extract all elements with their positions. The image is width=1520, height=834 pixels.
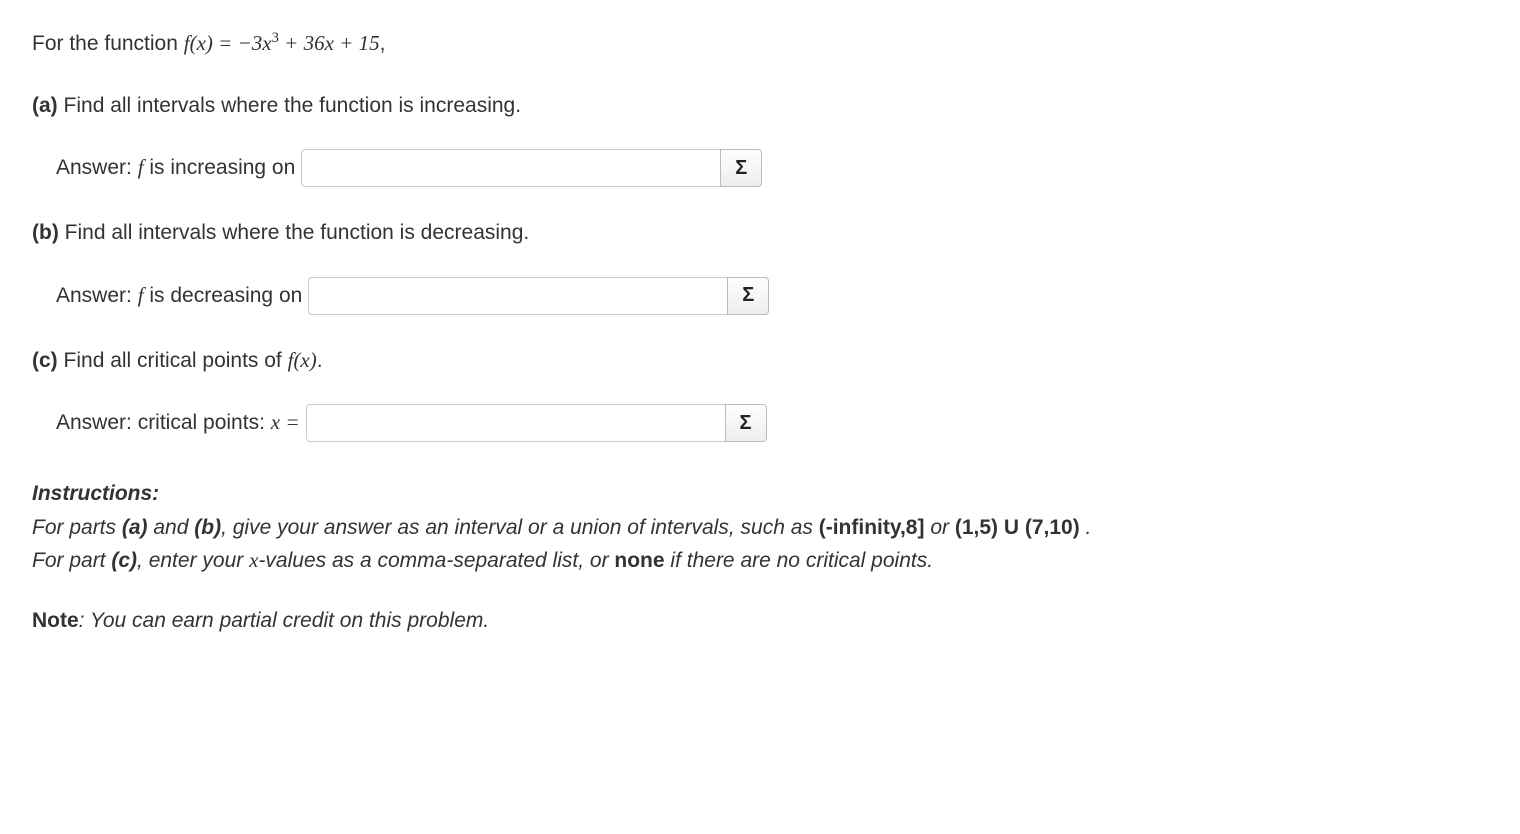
sigma-icon: Σ: [739, 412, 751, 435]
instructions-line-1: For parts (a) and (b), give your answer …: [32, 512, 1488, 544]
part-a: (a) Find all intervals where the functio…: [32, 90, 1488, 188]
sigma-icon: Σ: [735, 157, 747, 180]
part-c-input[interactable]: [306, 404, 726, 442]
part-b-answer-prompt: Answer: f is decreasing on: [56, 280, 302, 312]
sigma-button-b[interactable]: Σ: [727, 277, 769, 315]
sigma-button-a[interactable]: Σ: [720, 149, 762, 187]
note-block: Note: You can earn partial credit on thi…: [32, 605, 1488, 637]
instructions-line-2: For part (c), enter your x-values as a c…: [32, 545, 1488, 577]
part-a-text: Find all intervals where the function is…: [64, 94, 522, 117]
part-a-input[interactable]: [301, 149, 721, 187]
problem-intro: For the function f(x) = −3x3 + 36x + 15,: [32, 28, 1488, 60]
part-c-label: (c): [32, 349, 58, 372]
part-b-text: Find all intervals where the function is…: [65, 221, 530, 244]
note-text: You can earn partial credit on this prob…: [90, 609, 489, 632]
part-b-answer-line: Answer: f is decreasing on Σ: [32, 277, 1488, 315]
part-b-label: (b): [32, 221, 59, 244]
sigma-icon: Σ: [742, 284, 754, 307]
instructions-block: Instructions: For parts (a) and (b), giv…: [32, 478, 1488, 577]
part-a-label: (a): [32, 94, 58, 117]
part-a-answer-line: Answer: f is increasing on Σ: [32, 149, 1488, 187]
part-c-question: (c) Find all critical points of f(x).: [32, 345, 1488, 377]
part-c-answer-line: Answer: critical points: x = Σ: [32, 404, 1488, 442]
note-label: Note: [32, 609, 79, 632]
part-b-input[interactable]: [308, 277, 728, 315]
part-a-answer-prompt: Answer: f is increasing on: [56, 152, 295, 184]
intro-prefix: For the function: [32, 32, 184, 55]
part-c: (c) Find all critical points of f(x). An…: [32, 345, 1488, 443]
sigma-button-c[interactable]: Σ: [725, 404, 767, 442]
part-c-text: Find all critical points of: [64, 349, 288, 372]
instructions-title: Instructions:: [32, 478, 1488, 510]
part-a-question: (a) Find all intervals where the functio…: [32, 90, 1488, 122]
part-b: (b) Find all intervals where the functio…: [32, 217, 1488, 315]
intro-function: f(x) = −3x3 + 36x + 15: [184, 31, 380, 55]
part-b-question: (b) Find all intervals where the functio…: [32, 217, 1488, 249]
part-c-answer-prompt: Answer: critical points: x =: [56, 407, 300, 439]
